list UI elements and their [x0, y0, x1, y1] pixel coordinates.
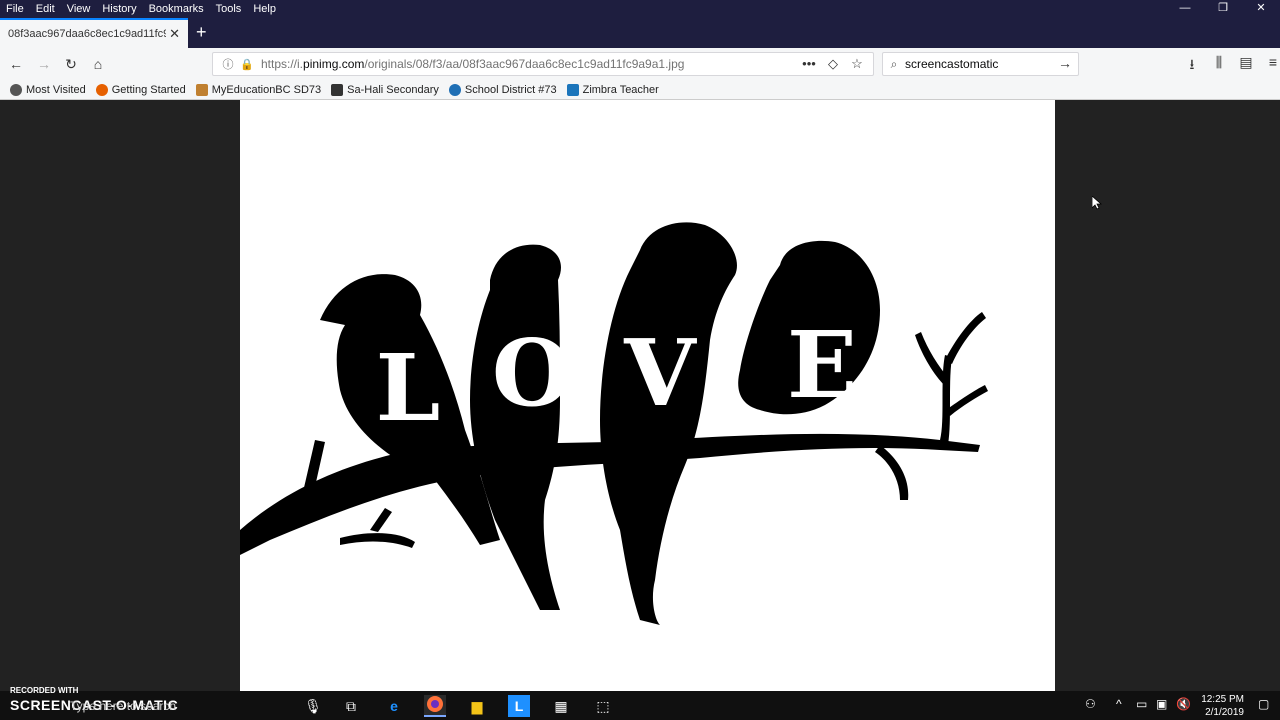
- menu-edit[interactable]: Edit: [30, 0, 61, 18]
- bookmark-zimbra[interactable]: Zimbra Teacher: [566, 83, 659, 96]
- library-icon[interactable]: ⫼: [1208, 54, 1230, 71]
- page-content: L O V E: [0, 100, 1280, 691]
- bookmark-school-district[interactable]: School District #73: [448, 83, 557, 96]
- pocket-icon[interactable]: ◇: [821, 55, 845, 73]
- microphone-icon[interactable]: 🎙: [302, 695, 324, 717]
- close-window-button[interactable]: ✕: [1242, 0, 1280, 18]
- birds-silhouette: L O V E: [240, 222, 988, 625]
- letter-l: L: [376, 334, 441, 442]
- minimize-button[interactable]: —: [1166, 0, 1204, 18]
- network-icon[interactable]: ▣: [1156, 697, 1167, 711]
- search-icon: ⌕: [890, 56, 898, 71]
- edge-icon[interactable]: e: [383, 695, 405, 717]
- letter-e: E: [787, 311, 857, 419]
- menu-help[interactable]: Help: [247, 0, 282, 18]
- bookmark-getting-started[interactable]: Getting Started: [95, 83, 186, 96]
- search-go-icon[interactable]: →: [1058, 55, 1072, 71]
- watermark-recorded: RECORDED WITH: [10, 686, 79, 695]
- letter-o: O: [492, 319, 572, 427]
- firefox-icon: [95, 83, 108, 96]
- l-app-icon[interactable]: L: [508, 695, 530, 717]
- menu-tools[interactable]: Tools: [210, 0, 248, 18]
- menu-history[interactable]: History: [96, 0, 142, 18]
- mouse-cursor-icon: [1092, 196, 1102, 210]
- snipping-tool-icon[interactable]: ⬚: [592, 695, 614, 717]
- bookmarks-toolbar: Most Visited Getting Started MyEducation…: [0, 80, 1280, 100]
- page-actions-icon[interactable]: •••: [797, 55, 821, 73]
- sidebar-icon[interactable]: ▤: [1235, 54, 1257, 71]
- task-view-icon[interactable]: ⧉: [340, 695, 362, 717]
- love-birds-image: L O V E: [240, 100, 1055, 691]
- info-icon[interactable]: ⓘ: [217, 56, 239, 72]
- letter-v: V: [623, 319, 697, 427]
- menu-file[interactable]: File: [0, 0, 30, 18]
- zimbra-icon: [566, 83, 579, 96]
- sa-hali-icon: [331, 83, 344, 96]
- reload-button[interactable]: ↻: [61, 54, 81, 74]
- people-icon[interactable]: ⚇: [1085, 697, 1096, 711]
- back-button[interactable]: ←: [6, 54, 26, 74]
- bookmark-star-icon[interactable]: ☆: [845, 55, 869, 73]
- menu-view[interactable]: View: [61, 0, 97, 18]
- url-text[interactable]: https://i.pinimg.com/originals/08/f3/aa/…: [261, 57, 684, 71]
- tab-active[interactable]: 08f3aac967daa6c8ec1c9ad11fc9a9 ✕: [0, 18, 188, 48]
- volume-icon[interactable]: 🔇: [1176, 697, 1191, 711]
- app-icon[interactable]: ▦: [550, 695, 572, 717]
- myeducationbc-icon: [195, 83, 208, 96]
- home-button[interactable]: ⌂: [88, 54, 108, 74]
- school-district-icon: [448, 83, 461, 96]
- forward-button[interactable]: →: [34, 54, 54, 74]
- tab-close-icon[interactable]: ✕: [169, 26, 180, 42]
- hamburger-menu-icon[interactable]: ≡: [1262, 54, 1280, 70]
- bookmark-most-visited[interactable]: Most Visited: [10, 83, 86, 96]
- clock-time: 12:25 PM: [1201, 694, 1244, 705]
- navigation-bar: ← → ↻ ⌂ ⓘ 🔒 https://i.pinimg.com/origina…: [0, 48, 1280, 80]
- taskbar: RECORDED WITH SCREENCAST-O-MATIC Type he…: [0, 686, 1280, 720]
- bookmark-sa-hali[interactable]: Sa-Hali Secondary: [331, 83, 439, 96]
- notifications-icon[interactable]: ▢: [1258, 697, 1269, 711]
- tray-chevron-icon[interactable]: ^: [1116, 697, 1122, 711]
- bookmark-myeducationbc[interactable]: MyEducationBC SD73: [195, 83, 321, 96]
- gear-icon: [10, 83, 22, 96]
- menu-bar: File Edit View History Bookmarks Tools H…: [0, 0, 1280, 18]
- restore-button[interactable]: ❐: [1204, 0, 1242, 18]
- window-controls: — ❐ ✕: [1166, 0, 1280, 18]
- tab-bar: 08f3aac967daa6c8ec1c9ad11fc9a9 ✕ +: [0, 18, 1280, 48]
- battery-icon[interactable]: ▭: [1136, 697, 1147, 711]
- new-tab-button[interactable]: +: [196, 22, 207, 42]
- search-input[interactable]: [905, 57, 1055, 71]
- url-bar[interactable]: ⓘ 🔒 https://i.pinimg.com/originals/08/f3…: [212, 52, 874, 76]
- clock[interactable]: 12:25 PM 2/1/2019: [1201, 693, 1244, 719]
- taskbar-search-text[interactable]: Type here to search: [70, 699, 176, 713]
- clock-date: 2/1/2019: [1205, 707, 1244, 718]
- firefox-taskbar-icon[interactable]: [424, 695, 446, 717]
- lock-icon: 🔒: [240, 58, 254, 71]
- menu-bookmarks[interactable]: Bookmarks: [143, 0, 210, 18]
- search-bar[interactable]: ⌕ →: [882, 52, 1079, 76]
- file-explorer-icon[interactable]: ▆: [466, 695, 488, 717]
- tab-title: 08f3aac967daa6c8ec1c9ad11fc9a9: [8, 28, 166, 40]
- download-icon[interactable]: ⭳: [1181, 54, 1203, 78]
